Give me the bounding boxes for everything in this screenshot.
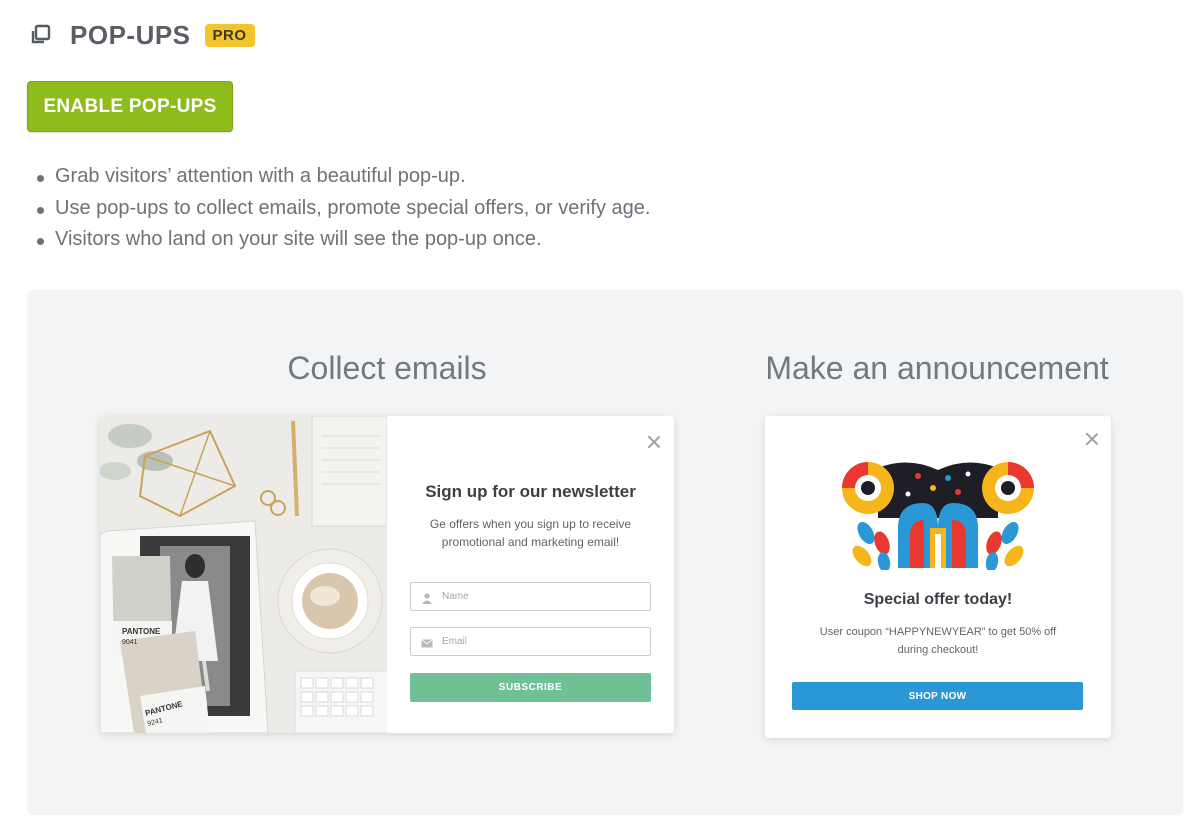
announcement-heading: Make an announcement xyxy=(765,350,1109,386)
desk-photo: PANTONE 9041 PANTONE 9241 xyxy=(100,416,387,733)
user-icon xyxy=(421,591,433,604)
newsletter-description: Ge offers when you sign up to receive pr… xyxy=(429,517,632,549)
newsletter-form: Sign up for our newsletter Ge offers whe… xyxy=(387,416,674,733)
festive-illustration xyxy=(838,458,1038,572)
collect-emails-heading: Collect emails xyxy=(287,350,487,386)
popups-icon xyxy=(28,23,52,47)
offer-description: User coupon “HAPPYNEWYEAR” to get 50% of… xyxy=(819,626,1057,656)
close-icon[interactable] xyxy=(647,435,661,449)
name-field[interactable]: Name xyxy=(410,582,651,611)
mail-icon xyxy=(421,636,433,648)
page-title: POP-UPS xyxy=(70,19,191,50)
name-placeholder: Name xyxy=(442,591,469,602)
feature-item: Visitors who land on your site will see … xyxy=(32,225,650,257)
pro-badge: PRO xyxy=(204,23,255,47)
examples-panel: Collect emails Make an announcement PANT… xyxy=(27,290,1183,815)
feature-list: Grab visitors’ attention with a beautifu… xyxy=(32,162,650,257)
announcement-popup-preview: Special offer today! User coupon “HAPPYN… xyxy=(765,416,1111,738)
newsletter-title: Sign up for our newsletter xyxy=(425,482,636,501)
feature-item: Use pop-ups to collect emails, promote s… xyxy=(32,194,650,226)
close-icon[interactable] xyxy=(1085,432,1099,446)
newsletter-popup-preview: PANTONE 9041 PANTONE 9241 Sign up for ou… xyxy=(100,416,674,733)
offer-title: Special offer today! xyxy=(863,591,1013,608)
pantone-code-top: 9041 xyxy=(122,639,138,646)
pantone-label-top: PANTONE xyxy=(122,627,161,636)
feature-item: Grab visitors’ attention with a beautifu… xyxy=(32,162,650,194)
email-placeholder: Email xyxy=(442,636,468,647)
subscribe-button[interactable]: SUBSCRIBE xyxy=(410,673,651,702)
email-field[interactable]: Email xyxy=(410,627,651,656)
page-header: POP-UPS PRO xyxy=(28,20,255,50)
enable-popups-button[interactable]: ENABLE POP-UPS xyxy=(27,81,233,132)
shop-now-button[interactable]: SHOP NOW xyxy=(792,682,1083,710)
